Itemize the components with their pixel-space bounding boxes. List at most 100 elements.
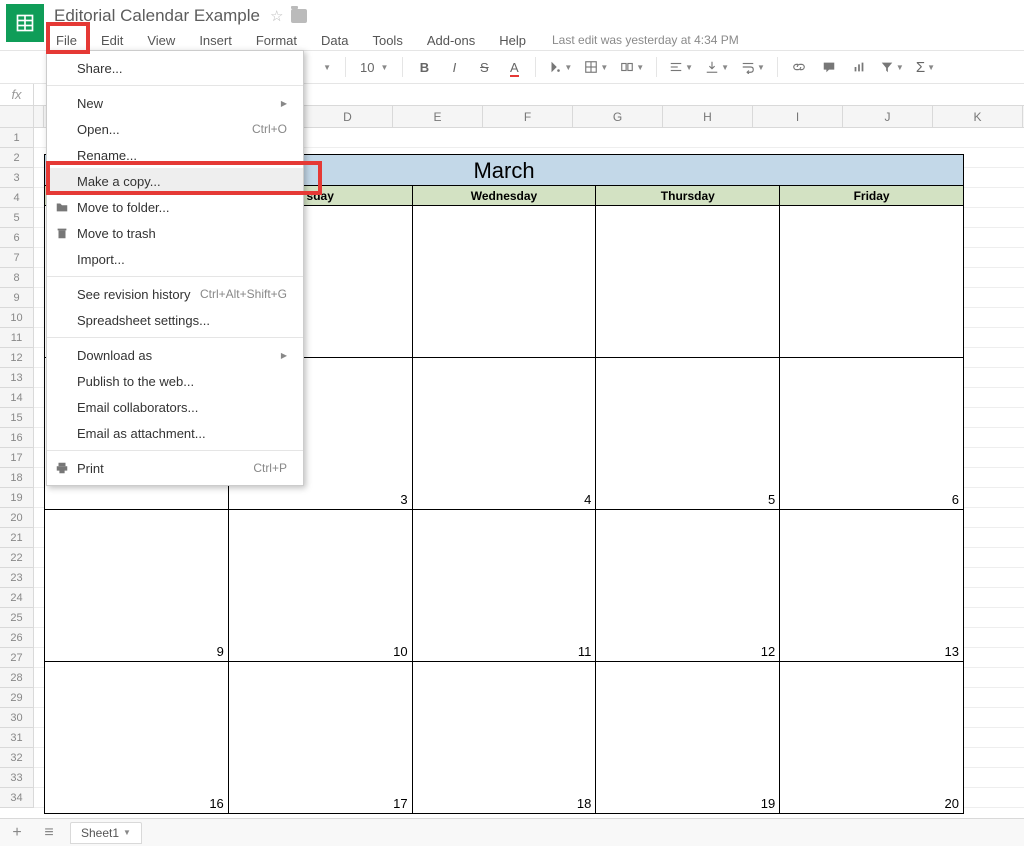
italic-button[interactable]: I <box>441 54 467 80</box>
col-header-i[interactable]: I <box>753 106 843 127</box>
text-wrap-button[interactable]: ▼ <box>737 54 769 80</box>
menu-make-a-copy[interactable]: Make a copy... <box>47 168 303 194</box>
functions-button[interactable]: Σ ▼ <box>912 54 939 80</box>
calendar-cell[interactable]: 16 <box>45 662 229 813</box>
menu-download-as[interactable]: Download as▶ <box>47 342 303 368</box>
row-header[interactable]: 8 <box>0 268 34 288</box>
menu-rename[interactable]: Rename... <box>47 142 303 168</box>
calendar-cell[interactable]: 20 <box>780 662 963 813</box>
calendar-cell[interactable]: 9 <box>45 510 229 661</box>
col-header-e[interactable]: E <box>393 106 483 127</box>
menu-open[interactable]: Open...Ctrl+O <box>47 116 303 142</box>
text-color-button[interactable]: A <box>501 54 527 80</box>
vertical-align-button[interactable]: ▼ <box>701 54 733 80</box>
row-header[interactable]: 5 <box>0 208 34 228</box>
row-header[interactable]: 29 <box>0 688 34 708</box>
row-header[interactable]: 9 <box>0 288 34 308</box>
calendar-cell[interactable]: 11 <box>413 510 597 661</box>
calendar-cell[interactable]: 12 <box>596 510 780 661</box>
row-header[interactable]: 30 <box>0 708 34 728</box>
row-header[interactable]: 25 <box>0 608 34 628</box>
row-header[interactable]: 31 <box>0 728 34 748</box>
col-header-g[interactable]: G <box>573 106 663 127</box>
sheets-logo[interactable] <box>6 4 44 42</box>
select-all-corner[interactable] <box>0 106 34 127</box>
row-header[interactable]: 6 <box>0 228 34 248</box>
row-header[interactable]: 19 <box>0 488 34 508</box>
menu-share[interactable]: Share... <box>47 55 303 81</box>
menu-email-collaborators[interactable]: Email collaborators... <box>47 394 303 420</box>
horizontal-align-button[interactable]: ▼ <box>665 54 697 80</box>
calendar-cell[interactable] <box>596 206 780 357</box>
menu-print[interactable]: PrintCtrl+P <box>47 455 303 481</box>
calendar-cell[interactable] <box>413 206 597 357</box>
calendar-cell[interactable]: 18 <box>413 662 597 813</box>
menu-import[interactable]: Import... <box>47 246 303 272</box>
row-header[interactable]: 12 <box>0 348 34 368</box>
menu-file[interactable]: File <box>52 31 81 50</box>
row-header[interactable]: 10 <box>0 308 34 328</box>
col-header-a[interactable] <box>34 106 44 127</box>
row-header[interactable]: 18 <box>0 468 34 488</box>
calendar-cell[interactable]: 13 <box>780 510 963 661</box>
calendar-cell[interactable]: 10 <box>229 510 413 661</box>
row-header[interactable]: 16 <box>0 428 34 448</box>
col-header-h[interactable]: H <box>663 106 753 127</box>
folder-icon[interactable] <box>291 9 307 23</box>
col-header-d[interactable]: D <box>303 106 393 127</box>
insert-comment-button[interactable] <box>816 54 842 80</box>
merge-cells-button[interactable]: ▼ <box>616 54 648 80</box>
menu-new[interactable]: New▶ <box>47 90 303 116</box>
col-header-k[interactable]: K <box>933 106 1023 127</box>
col-header-f[interactable]: F <box>483 106 573 127</box>
fill-color-button[interactable]: ▼ <box>544 54 576 80</box>
row-header[interactable]: 15 <box>0 408 34 428</box>
row-header[interactable]: 26 <box>0 628 34 648</box>
row-header[interactable]: 11 <box>0 328 34 348</box>
calendar-cell[interactable]: 4 <box>413 358 597 509</box>
calendar-cell[interactable]: 19 <box>596 662 780 813</box>
menu-move-to-folder[interactable]: Move to folder... <box>47 194 303 220</box>
add-sheet-button[interactable]: + <box>6 824 28 842</box>
document-title[interactable]: Editorial Calendar Example <box>52 6 262 26</box>
calendar-cell[interactable]: 5 <box>596 358 780 509</box>
font-size-select[interactable]: 10 ▼ <box>354 54 394 80</box>
row-header[interactable]: 33 <box>0 768 34 788</box>
menu-move-to-trash[interactable]: Move to trash <box>47 220 303 246</box>
row-header[interactable]: 2 <box>0 148 34 168</box>
menu-edit[interactable]: Edit <box>97 31 127 50</box>
row-header[interactable]: 27 <box>0 648 34 668</box>
row-header[interactable]: 32 <box>0 748 34 768</box>
row-header[interactable]: 34 <box>0 788 34 808</box>
calendar-cell[interactable] <box>780 206 963 357</box>
bold-button[interactable]: B <box>411 54 437 80</box>
calendar-cell[interactable]: 17 <box>229 662 413 813</box>
menu-format[interactable]: Format <box>252 31 301 50</box>
menu-spreadsheet-settings[interactable]: Spreadsheet settings... <box>47 307 303 333</box>
filter-button[interactable]: ▼ <box>876 54 908 80</box>
row-header[interactable]: 14 <box>0 388 34 408</box>
row-header[interactable]: 28 <box>0 668 34 688</box>
menu-help[interactable]: Help <box>495 31 530 50</box>
col-header-j[interactable]: J <box>843 106 933 127</box>
menu-data[interactable]: Data <box>317 31 352 50</box>
insert-link-button[interactable] <box>786 54 812 80</box>
row-header[interactable]: 7 <box>0 248 34 268</box>
row-header[interactable]: 21 <box>0 528 34 548</box>
row-header[interactable]: 24 <box>0 588 34 608</box>
row-header[interactable]: 22 <box>0 548 34 568</box>
row-header[interactable]: 20 <box>0 508 34 528</box>
row-header[interactable]: 3 <box>0 168 34 188</box>
calendar-cell[interactable]: 6 <box>780 358 963 509</box>
row-header[interactable]: 4 <box>0 188 34 208</box>
menu-tools[interactable]: Tools <box>368 31 406 50</box>
menu-revision-history[interactable]: See revision historyCtrl+Alt+Shift+G <box>47 281 303 307</box>
row-header[interactable]: 23 <box>0 568 34 588</box>
star-icon[interactable]: ☆ <box>270 7 283 25</box>
row-header[interactable]: 1 <box>0 128 34 148</box>
all-sheets-button[interactable]: ≡ <box>38 824 60 842</box>
menu-insert[interactable]: Insert <box>195 31 236 50</box>
row-header[interactable]: 17 <box>0 448 34 468</box>
row-header[interactable]: 13 <box>0 368 34 388</box>
borders-button[interactable]: ▼ <box>580 54 612 80</box>
